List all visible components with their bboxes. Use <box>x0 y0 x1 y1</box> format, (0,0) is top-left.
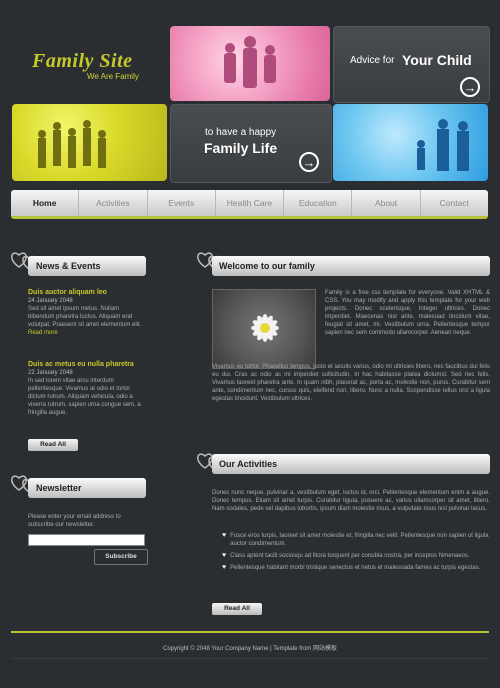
news-item: Duis ac metus eu nulla pharetra 22 Janua… <box>28 361 146 417</box>
nav-contact[interactable]: Contact <box>421 190 488 216</box>
footer-copyright: Copyright © 2048 Your Company Name | Tem… <box>163 646 337 652</box>
flower-icon <box>251 314 279 342</box>
family-silhouette-icon <box>224 36 276 88</box>
news-title: News & Events <box>36 261 101 271</box>
welcome-title: Welcome to our family <box>219 261 315 271</box>
newsletter-title: Newsletter <box>36 483 82 493</box>
advice-small-text: Advice for <box>350 55 395 66</box>
nav-events[interactable]: Events <box>148 190 216 216</box>
email-field[interactable] <box>28 534 145 546</box>
activities-intro: Donec nunc neque, pulvinar a, vestibulum… <box>212 490 490 512</box>
advice-big-text: Your Child <box>402 52 472 68</box>
welcome-paragraph-2: Vivamus eu tortor. Phasellus tempus, jus… <box>212 364 490 402</box>
family-life-tile[interactable]: to have a happy Family Life → <box>170 104 332 183</box>
kids-silhouette-icon <box>38 120 106 168</box>
nav-about[interactable]: About <box>352 190 421 216</box>
news-item-title[interactable]: Duis ac metus eu nulla pharetra <box>28 361 146 368</box>
activities-read-all-button[interactable]: Read All <box>212 603 262 615</box>
advice-tile[interactable]: Advice for Your Child → <box>333 26 490 103</box>
family-big-text: Family Life <box>204 140 278 156</box>
news-item: Duis auctor aliquam leo 24 January 2048 … <box>28 289 146 337</box>
footer-divider <box>11 631 489 633</box>
news-item-date: 24 January 2048 <box>28 298 73 304</box>
arrow-right-icon[interactable]: → <box>299 152 319 172</box>
list-item-text: Pellentesque habitant morbi tristique se… <box>230 565 481 571</box>
main-nav: Home Activities Events Health Care Educa… <box>11 190 488 219</box>
nav-home[interactable]: Home <box>11 190 80 216</box>
news-item-text: Sed sit amet ipsum metus. Nullam bibendu… <box>28 306 142 328</box>
nav-activities[interactable]: Activities <box>79 190 148 216</box>
list-item: ♥ Class aptent taciti sociosqu ad litora… <box>222 552 490 560</box>
footer-bottom-line <box>11 658 489 659</box>
arrow-right-icon[interactable]: → <box>460 77 480 97</box>
news-item-date: 22 January 2048 <box>28 370 73 376</box>
news-item-text: In sed lorem vitae arcu interdum pellent… <box>28 378 141 416</box>
heart-bullet-icon: ♥ <box>222 552 227 559</box>
welcome-paragraph-1: Family is a free css template for everyo… <box>325 290 490 336</box>
heart-bullet-icon: ♥ <box>222 532 227 539</box>
logo-title: Family Site <box>32 50 133 72</box>
activities-title: Our Activities <box>219 459 278 469</box>
news-read-all-button[interactable]: Read All <box>28 439 78 451</box>
list-item-text: Class aptent taciti sociosqu ad litora t… <box>230 553 470 559</box>
nav-health-care[interactable]: Health Care <box>216 190 285 216</box>
logo-subtitle: We Are Family <box>87 72 139 81</box>
subscribe-button[interactable]: Subscribe <box>94 549 148 565</box>
read-more-link[interactable]: Read more <box>28 329 146 337</box>
family-photo-tile <box>170 26 330 101</box>
list-item: ♥ Pellentesque habitant morbi tristique … <box>222 564 490 572</box>
newsletter-text: Please enter your email address to subsc… <box>28 514 121 528</box>
parents-silhouette-icon <box>417 119 469 171</box>
flower-image <box>212 289 316 369</box>
nav-education[interactable]: Education <box>284 190 353 216</box>
site-logo[interactable]: Family Site We Are Family <box>12 24 167 104</box>
heart-bullet-icon: ♥ <box>222 564 227 571</box>
activities-list: ♥ Fusce eros turpis, laoreet sit amet mo… <box>222 532 490 572</box>
kids-photo-tile <box>12 104 167 181</box>
family-small-text: to have a happy <box>205 127 277 138</box>
list-item: ♥ Fusce eros turpis, laoreet sit amet mo… <box>222 532 490 548</box>
list-item-text: Fusce eros turpis, laoreet sit amet mole… <box>230 533 489 547</box>
news-item-title[interactable]: Duis auctor aliquam leo <box>28 289 146 296</box>
parents-photo-tile <box>333 104 488 181</box>
